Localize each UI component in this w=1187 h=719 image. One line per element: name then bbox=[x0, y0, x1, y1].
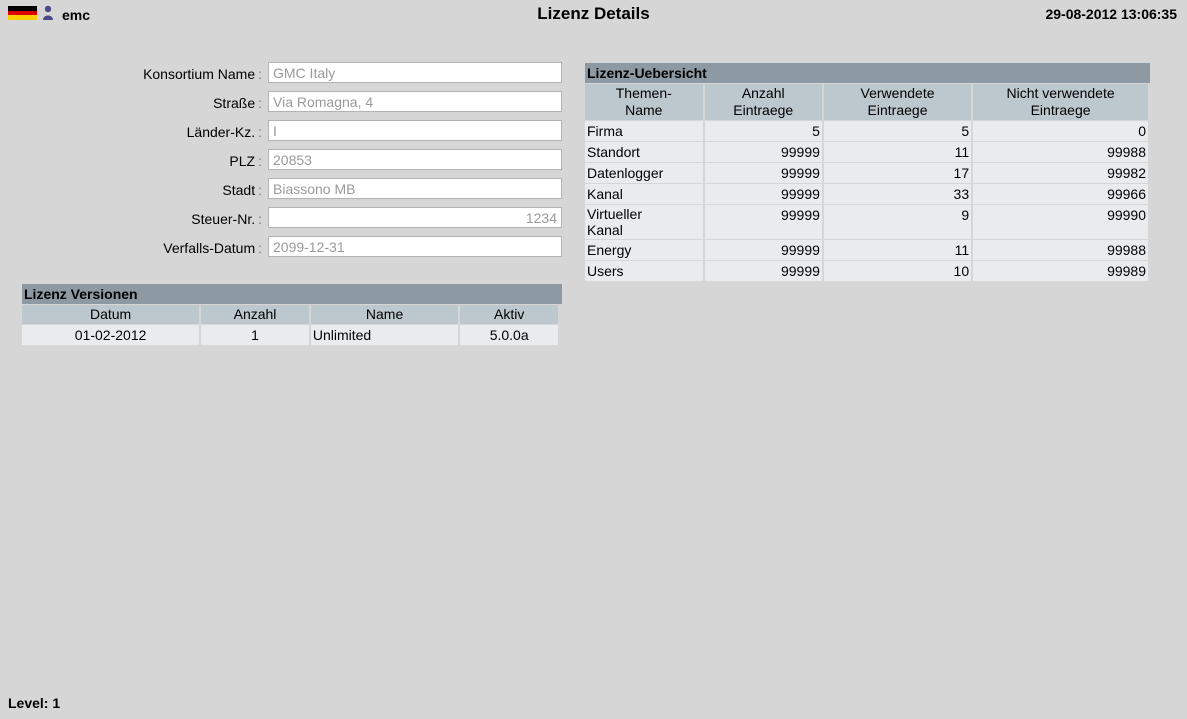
datetime: 29-08-2012 13:06:35 bbox=[1045, 6, 1177, 22]
table-cell: Standort bbox=[585, 142, 703, 162]
table-cell: 99999 bbox=[704, 142, 822, 162]
table-cell: 99999 bbox=[704, 240, 822, 260]
column-header: Aktiv bbox=[460, 305, 558, 324]
table-cell: 99966 bbox=[973, 184, 1148, 204]
field-label: Stadt bbox=[222, 182, 256, 198]
table-cell: 99988 bbox=[973, 142, 1148, 162]
column-header: Datum bbox=[22, 305, 200, 324]
table-row: Datenlogger 99999 17 99982 bbox=[585, 163, 1148, 183]
table-cell: Users bbox=[585, 261, 703, 281]
table-cell: 1 bbox=[201, 325, 309, 345]
field-label: Länder-Kz. bbox=[186, 124, 256, 140]
laender-kz-field[interactable] bbox=[268, 120, 562, 141]
table-row: Firma 5 5 0 bbox=[585, 121, 1148, 141]
field-label: Steuer-Nr. bbox=[191, 211, 256, 227]
table-row: Virtueller Kanal 99999 9 99990 bbox=[585, 205, 1148, 239]
steuer-nr-field[interactable] bbox=[268, 207, 562, 228]
table-cell: Datenlogger bbox=[585, 163, 703, 183]
level-indicator: Level: 1 bbox=[8, 695, 61, 711]
table-cell: 99989 bbox=[973, 261, 1148, 281]
table-cell: 5.0.0a bbox=[460, 325, 558, 345]
table-cell: Kanal bbox=[585, 184, 703, 204]
form-row-laender-kz: Länder-Kz.: bbox=[0, 120, 570, 143]
table-row: Standort 99999 11 99988 bbox=[585, 142, 1148, 162]
page-title: Lizenz Details bbox=[537, 4, 650, 23]
table-cell: 17 bbox=[823, 163, 972, 183]
column-header: Name bbox=[310, 305, 459, 324]
form-row-steuer-nr: Steuer-Nr.: bbox=[0, 207, 570, 230]
table-cell: 99982 bbox=[973, 163, 1148, 183]
column-header: Themen- Name bbox=[585, 84, 703, 120]
table-cell: 99988 bbox=[973, 240, 1148, 260]
form-row-verfalls-datum: Verfalls-Datum: bbox=[0, 236, 570, 259]
table-cell: 5 bbox=[704, 121, 822, 141]
strasse-field[interactable] bbox=[268, 91, 562, 112]
stadt-field[interactable] bbox=[268, 178, 562, 199]
versions-title: Lizenz Versionen bbox=[22, 284, 562, 304]
form-row-strasse: Straße: bbox=[0, 91, 570, 114]
table-cell: 0 bbox=[973, 121, 1148, 141]
table-cell: 01-02-2012 bbox=[22, 325, 200, 345]
column-header: Nicht verwendete Eintraege bbox=[973, 84, 1148, 120]
table-row[interactable]: 01-02-2012 1 Unlimited 5.0.0a bbox=[22, 325, 558, 345]
table-cell: 11 bbox=[823, 240, 972, 260]
table-cell: 99999 bbox=[704, 261, 822, 281]
table-cell: Unlimited bbox=[310, 325, 459, 345]
field-label: PLZ bbox=[229, 153, 256, 169]
column-header: Anzahl Eintraege bbox=[704, 84, 822, 120]
table-header-row: Datum Anzahl Name Aktiv bbox=[22, 305, 558, 324]
table-row: Kanal 99999 33 99966 bbox=[585, 184, 1148, 204]
plz-field[interactable] bbox=[268, 149, 562, 170]
column-header: Verwendete Eintraege bbox=[823, 84, 972, 120]
table-cell: Firma bbox=[585, 121, 703, 141]
table-cell: Energy bbox=[585, 240, 703, 260]
table-cell: Virtueller Kanal bbox=[585, 205, 703, 239]
table-cell: 99999 bbox=[704, 205, 822, 239]
table-cell: 5 bbox=[823, 121, 972, 141]
table-cell: 10 bbox=[823, 261, 972, 281]
overview-title: Lizenz-Uebersicht bbox=[585, 63, 1150, 83]
table-header-row: Themen- Name Anzahl Eintraege Verwendete… bbox=[585, 84, 1148, 120]
verfalls-datum-field[interactable] bbox=[268, 236, 562, 257]
field-label: Straße bbox=[213, 95, 256, 111]
versions-table: Datum Anzahl Name Aktiv 01-02-2012 1 Unl… bbox=[20, 304, 560, 346]
form-row-konsortium-name: Konsortium Name: bbox=[0, 62, 570, 85]
form-row-plz: PLZ: bbox=[0, 149, 570, 172]
table-cell: 99999 bbox=[704, 163, 822, 183]
konsortium-name-field[interactable] bbox=[268, 62, 562, 83]
table-row: Energy 99999 11 99988 bbox=[585, 240, 1148, 260]
table-cell: 33 bbox=[823, 184, 972, 204]
field-label: Verfalls-Datum bbox=[163, 240, 256, 256]
table-row: Users 99999 10 99989 bbox=[585, 261, 1148, 281]
top-bar: emc Lizenz Details 29-08-2012 13:06:35 bbox=[0, 0, 1187, 30]
overview-table: Themen- Name Anzahl Eintraege Verwendete… bbox=[583, 83, 1150, 282]
table-cell: 9 bbox=[823, 205, 972, 239]
license-overview-panel: Lizenz-Uebersicht Themen- Name Anzahl Ei… bbox=[585, 63, 1150, 282]
column-header: Anzahl bbox=[201, 305, 309, 324]
field-label: Konsortium Name bbox=[143, 66, 256, 82]
table-cell: 99999 bbox=[704, 184, 822, 204]
license-versions-panel: Lizenz Versionen Datum Anzahl Name Aktiv… bbox=[22, 284, 562, 346]
table-cell: 99990 bbox=[973, 205, 1148, 239]
table-cell: 11 bbox=[823, 142, 972, 162]
form-row-stadt: Stadt: bbox=[0, 178, 570, 201]
